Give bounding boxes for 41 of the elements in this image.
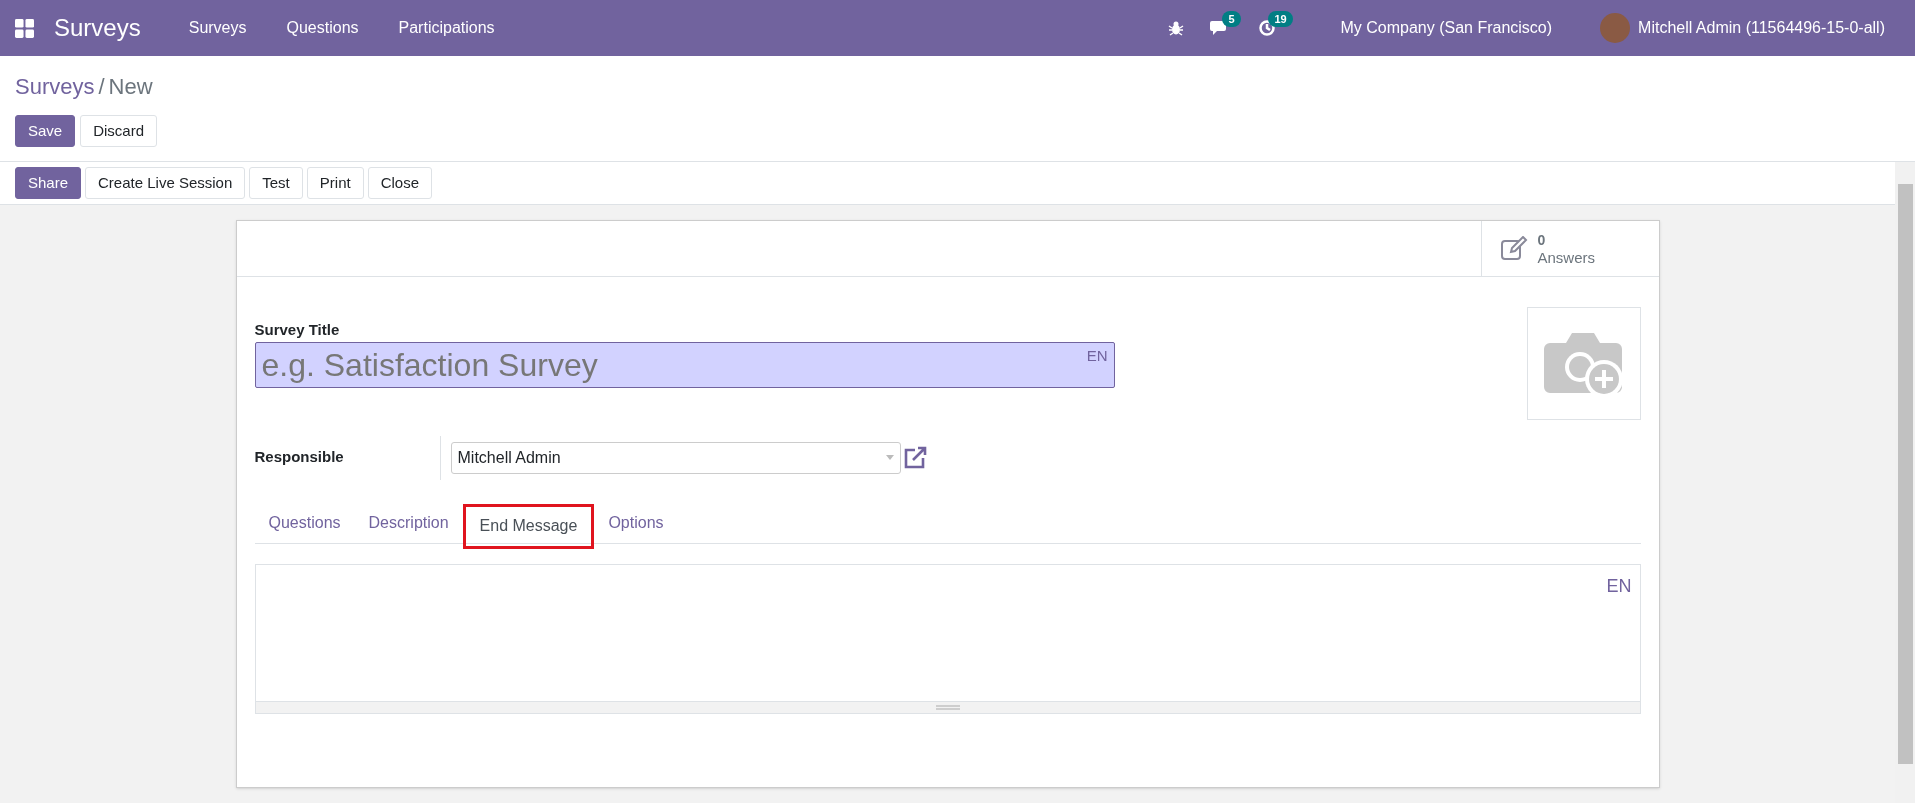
secondary-button[interactable]: Discard bbox=[80, 115, 158, 147]
dropdown-caret-icon bbox=[885, 455, 894, 460]
apps-menu-icon[interactable] bbox=[15, 18, 34, 38]
form-tab[interactable]: Questions bbox=[254, 503, 355, 543]
secondary-button[interactable]: Create Live Session bbox=[85, 167, 246, 199]
breadcrumb-separator: / bbox=[98, 73, 105, 101]
company-switcher[interactable]: My Company (San Francisco) bbox=[1340, 16, 1553, 40]
breadcrumb-current: New bbox=[108, 73, 153, 101]
stat-label: Answers bbox=[1537, 248, 1596, 267]
secondary-button[interactable]: Close bbox=[367, 167, 432, 199]
nav-menu-item[interactable]: Participations bbox=[378, 16, 515, 40]
primary-button[interactable]: Save bbox=[15, 115, 76, 147]
external-link-icon[interactable] bbox=[902, 445, 929, 470]
edit-icon bbox=[1499, 235, 1528, 262]
user-menu[interactable]: Mitchell Admin (11564496-15-0-all) bbox=[1638, 16, 1885, 40]
language-badge[interactable]: EN bbox=[1606, 572, 1632, 693]
language-badge[interactable]: EN bbox=[1086, 344, 1108, 367]
form-tab[interactable]: End Message bbox=[462, 503, 595, 549]
survey-title-field[interactable]: e.g. Satisfaction Survey EN bbox=[254, 341, 1115, 388]
nav-menu-item[interactable]: Questions bbox=[266, 16, 379, 40]
form-tab[interactable]: Options bbox=[594, 503, 678, 543]
scrollbar[interactable] bbox=[1895, 162, 1915, 803]
bug-icon[interactable] bbox=[1168, 20, 1185, 36]
message-count-badge: 5 bbox=[1222, 11, 1241, 27]
html-editor[interactable]: EN bbox=[254, 563, 1641, 714]
stat-value: 0 bbox=[1537, 230, 1547, 249]
clock-icon[interactable] bbox=[1258, 19, 1277, 37]
secondary-button[interactable]: Test bbox=[249, 167, 303, 199]
activity-count-badge: 19 bbox=[1268, 11, 1293, 27]
answers-stat-button[interactable]: 0 Answers bbox=[1480, 221, 1659, 276]
field-label: Survey Title bbox=[254, 320, 341, 340]
app-name[interactable]: Surveys bbox=[54, 10, 141, 46]
breadcrumb-link[interactable]: Surveys bbox=[15, 70, 95, 103]
grip-icon bbox=[935, 704, 960, 710]
nav-menu-item[interactable]: Surveys bbox=[168, 16, 267, 40]
resize-handle[interactable] bbox=[255, 700, 1640, 713]
form-tab[interactable]: Description bbox=[354, 503, 463, 543]
primary-button[interactable]: Share bbox=[15, 167, 82, 199]
responsible-select[interactable]: Mitchell Admin bbox=[450, 441, 901, 474]
field-label: Responsible bbox=[254, 447, 345, 468]
secondary-button[interactable]: Print bbox=[306, 167, 364, 199]
